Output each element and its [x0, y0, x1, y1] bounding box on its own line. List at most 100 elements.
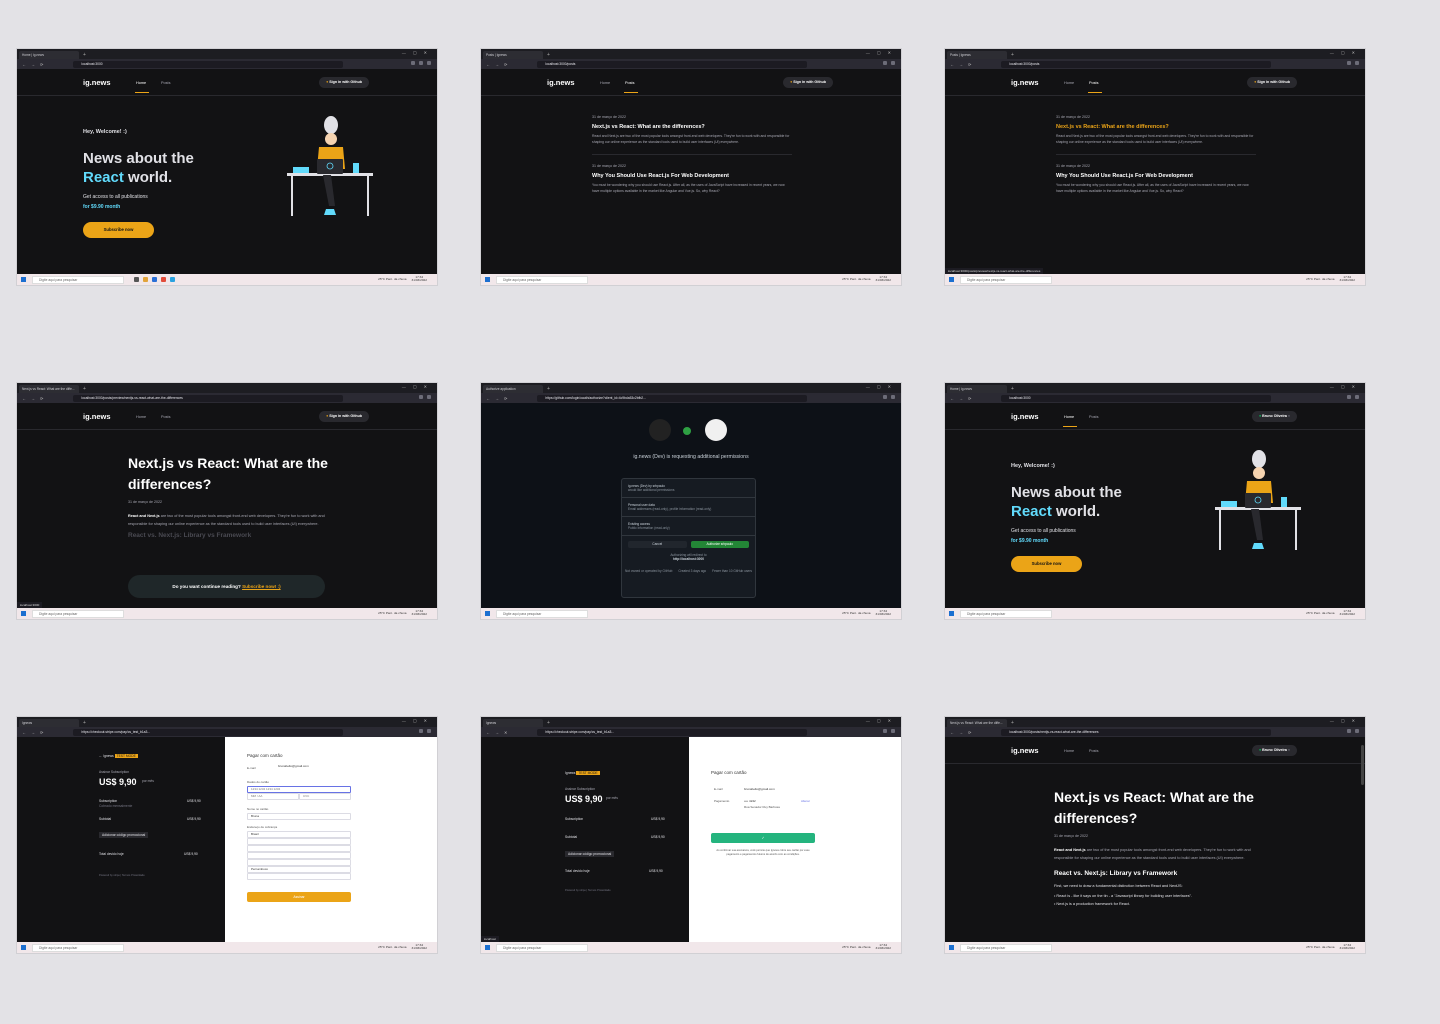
powered-by-stripe[interactable]: Powered by stripe | Termos Privacidade [565, 889, 611, 892]
forward-icon[interactable]: → [959, 730, 963, 735]
new-tab-icon[interactable]: + [1011, 385, 1014, 393]
browser-tab[interactable]: Home | ig.news [19, 51, 79, 59]
site-logo[interactable]: ig.news [83, 78, 111, 87]
user-button[interactable]: ● Bruno Oliveira × [1251, 411, 1297, 422]
signin-button[interactable]: ● Sign in with Github [319, 77, 369, 88]
card-name-input[interactable]: Bruna [247, 813, 351, 820]
menu-icon[interactable] [427, 395, 431, 399]
card-number-input[interactable]: 1234 1234 1234 1234 [247, 786, 351, 793]
windows-start-icon[interactable] [21, 945, 26, 950]
post-title-link-hovered[interactable]: Next.js vs React: What are the differenc… [1056, 124, 1256, 130]
clock-date[interactable]: 31/03/2022 [876, 278, 891, 282]
cancel-button[interactable]: Cancel [628, 541, 687, 548]
forward-icon[interactable]: → [31, 396, 35, 401]
windows-start-icon[interactable] [949, 611, 954, 616]
post-title-link[interactable]: Why You Should Use React.js For Web Deve… [592, 173, 792, 179]
extension-icon[interactable] [419, 729, 423, 733]
back-icon[interactable]: ← [22, 62, 26, 67]
promo-code-button[interactable]: Adicionar código promocional [565, 851, 615, 857]
change-link[interactable]: Alterar [801, 799, 810, 803]
subscribe-link[interactable]: Subscribe now! :) [242, 584, 281, 589]
reload-icon[interactable]: ⟳ [40, 730, 43, 735]
clock-date[interactable]: 31/03/2022 [876, 946, 891, 950]
window-controls[interactable]: —▢✕ [1330, 384, 1362, 389]
site-logo[interactable]: ig.news [1011, 412, 1039, 421]
menu-icon[interactable] [1355, 61, 1359, 65]
reload-icon[interactable]: ⟳ [40, 396, 43, 401]
windows-start-icon[interactable] [21, 277, 26, 282]
menu-icon[interactable] [427, 729, 431, 733]
address-line-input[interactable] [247, 838, 351, 845]
new-tab-icon[interactable]: + [83, 719, 86, 727]
clock-date[interactable]: 31/03/2022 [1340, 278, 1355, 282]
signin-button[interactable]: ● Sign in with Github [1247, 77, 1297, 88]
neighborhood-input[interactable] [247, 852, 351, 859]
clock-date[interactable]: 31/03/2022 [412, 278, 427, 282]
url-field[interactable]: https://checkout.stripe.com/pay/cs_test_… [537, 728, 808, 736]
window-controls[interactable]: —▢✕ [1330, 50, 1362, 55]
signin-button[interactable]: ● Sign in with Github [783, 77, 833, 88]
extension-icon[interactable] [1347, 61, 1351, 65]
scrollbar[interactable] [1361, 745, 1364, 785]
browser-tab[interactable]: Home | ig.news [947, 385, 1007, 393]
back-icon[interactable]: ← [950, 62, 954, 67]
reload-icon[interactable]: ⟳ [504, 396, 507, 401]
window-controls[interactable]: —▢✕ [402, 50, 434, 55]
taskbar-search[interactable]: Digite aqui para pesquisar [496, 943, 588, 952]
forward-icon[interactable]: → [495, 62, 499, 67]
url-field[interactable]: localhost:3000/posts/nextjs-vs-react-wha… [1001, 728, 1272, 736]
windows-start-icon[interactable] [21, 611, 26, 616]
nav-posts[interactable]: Posts [625, 81, 635, 85]
back-icon[interactable]: ← [486, 62, 490, 67]
menu-icon[interactable] [427, 61, 431, 65]
weather-text[interactable]: 25°C Parc. da chuva [842, 611, 870, 615]
nav-posts[interactable]: Posts [1089, 81, 1099, 85]
nav-home[interactable]: Home [600, 81, 610, 85]
signout-icon[interactable]: × [1288, 748, 1290, 752]
taskbar-search[interactable]: Digite aqui para pesquisar [32, 275, 124, 284]
promo-code-button[interactable]: Adicionar código promocional [99, 832, 149, 838]
window-controls[interactable]: —▢✕ [1330, 718, 1362, 723]
forward-icon[interactable]: → [31, 62, 35, 67]
back-icon[interactable]: ← [22, 730, 26, 735]
new-tab-icon[interactable]: + [1011, 719, 1014, 727]
window-controls[interactable]: —▢✕ [402, 384, 434, 389]
back-to-ignews-link[interactable]: ← Ignews TEST MODE [99, 754, 138, 758]
taskbar-search[interactable]: Digite aqui para pesquisar [32, 943, 124, 952]
signin-button[interactable]: ● Sign in with Github [319, 411, 369, 422]
forward-icon[interactable]: → [959, 62, 963, 67]
browser-tab[interactable]: Posts | Ignews [947, 51, 1007, 59]
menu-icon[interactable] [1355, 395, 1359, 399]
clock-date[interactable]: 31/03/2022 [1340, 946, 1355, 950]
stop-icon[interactable]: ✕ [504, 730, 507, 735]
extension-icon[interactable] [883, 729, 887, 733]
processing-button[interactable]: ✓ [711, 833, 815, 843]
address-line2-input[interactable] [247, 845, 351, 852]
taskbar-app-icon[interactable] [152, 277, 157, 282]
windows-start-icon[interactable] [485, 277, 490, 282]
window-controls[interactable]: —▢✕ [866, 718, 898, 723]
back-icon[interactable]: ← [486, 396, 490, 401]
new-tab-icon[interactable]: + [83, 51, 86, 59]
url-field[interactable]: localhost:3000 [73, 60, 344, 68]
extension-icon[interactable] [419, 395, 423, 399]
back-icon[interactable]: ← [950, 730, 954, 735]
window-controls[interactable]: —▢✕ [402, 718, 434, 723]
window-controls[interactable]: —▢✕ [866, 50, 898, 55]
url-field[interactable]: localhost:3000/posts [1001, 60, 1272, 68]
url-field[interactable]: localhost:3000/posts [537, 60, 808, 68]
taskbar-app-icon[interactable] [170, 277, 175, 282]
powered-by-stripe[interactable]: Powered by stripe | Termos Privacidade [99, 874, 145, 877]
clock-date[interactable]: 31/03/2022 [412, 612, 427, 616]
windows-start-icon[interactable] [949, 277, 954, 282]
reload-icon[interactable]: ⟳ [968, 62, 971, 67]
state-select[interactable]: Pernambuco [247, 866, 351, 873]
menu-icon[interactable] [891, 729, 895, 733]
url-field[interactable]: https://github.com/login/oauth/authorize… [537, 394, 808, 402]
clock-date[interactable]: 31/03/2022 [1340, 612, 1355, 616]
taskbar-search[interactable]: Digite aqui para pesquisar [960, 609, 1052, 618]
nav-posts[interactable]: Posts [1089, 749, 1099, 753]
url-field[interactable]: https://checkout.stripe.com/pay/cs_test_… [73, 728, 344, 736]
new-tab-icon[interactable]: + [547, 385, 550, 393]
country-select[interactable]: Brasil [247, 831, 351, 838]
